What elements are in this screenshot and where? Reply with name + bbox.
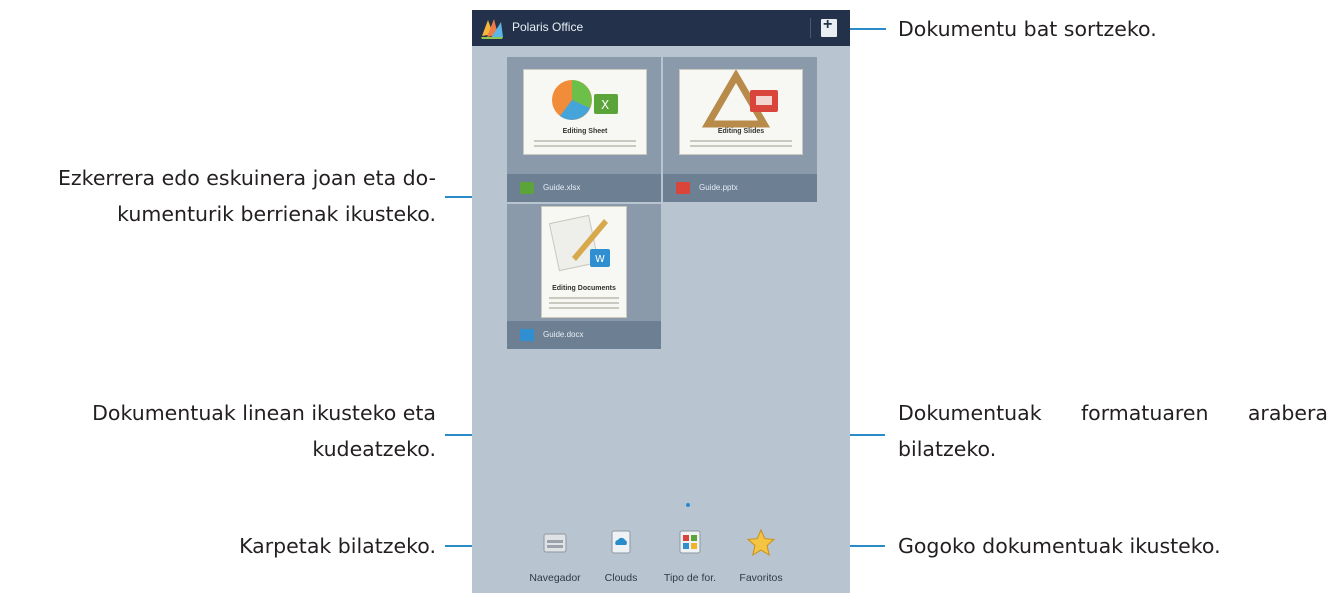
ruler-illustration-icon — [701, 70, 778, 128]
dock-file-types[interactable]: Tipo de for. — [657, 528, 723, 588]
dock-favorites[interactable]: Favoritos — [728, 528, 794, 588]
document-tile-pptx[interactable]: Editing Slides Guide.pptx — [663, 57, 817, 202]
thumbnail-title: Editing Slides — [717, 128, 765, 135]
thumbnail-text-line — [533, 145, 637, 147]
dock-label: Tipo de for. — [663, 572, 717, 584]
svg-text:X: X — [601, 98, 609, 112]
docx-file-icon — [520, 329, 534, 341]
chart-illustration-icon: X — [552, 80, 618, 120]
star-icon — [746, 528, 776, 557]
callout-create-document: Dokumentu bat sortzeko. — [898, 17, 1157, 41]
dock-clouds[interactable]: Clouds — [588, 528, 654, 588]
document-thumbnail: W Editing Documents — [541, 206, 627, 318]
xlsx-file-icon — [520, 182, 534, 194]
document-info-bar: Guide.xlsx — [507, 174, 661, 202]
callout-recent-line2: kumenturik berrienak ikusteko. — [117, 202, 436, 226]
app-title-bar: Polaris Office + — [472, 10, 850, 46]
page-indicator — [686, 503, 690, 507]
thumbnail-title: Editing Documents — [552, 285, 616, 292]
dock-navegador[interactable]: Navegador — [522, 528, 588, 588]
document-info-bar: Guide.docx — [507, 321, 661, 349]
plus-icon: + — [823, 16, 833, 33]
document-tile-xlsx[interactable]: X Editing Sheet Guide.xlsx — [507, 57, 661, 202]
document-illustration-icon: W — [548, 214, 610, 272]
callout-favorites: Gogoko dokumentuak ikusteko. — [898, 534, 1221, 558]
folder-icon — [543, 533, 567, 553]
file-name: Guide.xlsx — [543, 183, 581, 192]
document-tile-docx[interactable]: W Editing Documents Guide.docx — [507, 204, 661, 349]
cloud-icon — [611, 530, 631, 554]
thumbnail-text-line — [548, 307, 620, 309]
polaris-logo-icon — [481, 19, 503, 39]
file-name: Guide.docx — [543, 330, 584, 339]
pptx-file-icon — [676, 182, 690, 194]
document-thumbnail: X Editing Sheet — [523, 69, 647, 155]
svg-text:W: W — [595, 254, 605, 265]
callout-online-line1: Dokumentuak linean ikusteko eta — [92, 401, 436, 425]
thumbnail-text-line — [548, 297, 620, 299]
document-thumbnail: Editing Slides — [679, 69, 803, 155]
thumbnail-text-line — [548, 302, 620, 304]
callout-format-line2: bilatzeko. — [898, 437, 997, 461]
file-types-icon — [679, 530, 701, 554]
title-bar-divider — [810, 18, 811, 38]
document-info-bar: Guide.pptx — [663, 174, 817, 202]
app-title: Polaris Office — [512, 20, 584, 34]
dock-label: Navegador — [529, 572, 581, 584]
thumbnail-text-line — [533, 140, 637, 142]
app-screen: Polaris Office + X Editing Sheet Guide.x… — [472, 10, 850, 593]
new-document-button[interactable]: + — [821, 16, 837, 37]
thumbnail-text-line — [689, 140, 793, 142]
callout-folders: Karpetak bilatzeko. — [239, 534, 436, 558]
file-name: Guide.pptx — [699, 183, 738, 192]
thumbnail-title: Editing Sheet — [562, 128, 608, 135]
dock-label: Favoritos — [739, 572, 783, 584]
callout-format-line1: Dokumentuak formatuaren arabera — [898, 401, 1328, 425]
callout-recent-line1: Ezkerrera edo eskuinera joan eta do- — [57, 166, 436, 190]
callout-online-line2: kudeatzeko. — [312, 437, 436, 461]
dock-label: Clouds — [604, 572, 638, 584]
thumbnail-text-line — [689, 145, 793, 147]
